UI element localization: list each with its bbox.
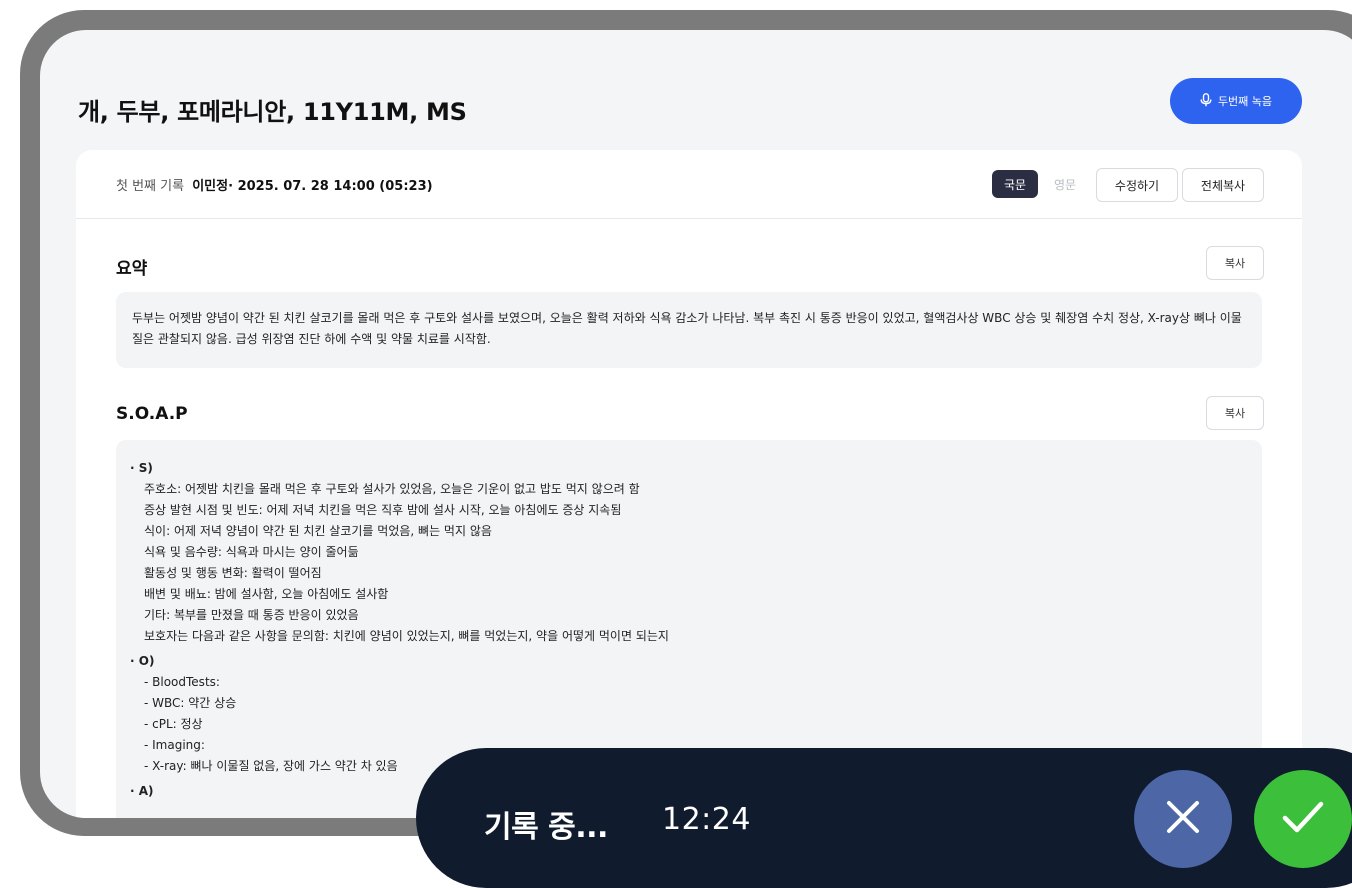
copy-all-button[interactable]: 전체복사 [1182,168,1264,202]
record-label: 첫 번째 기록 [116,179,185,194]
summary-copy-button[interactable]: 복사 [1206,246,1264,280]
record-card: 첫 번째 기록 이민정· 2025. 07. 28 14:00 (05:23) … [76,150,1302,818]
record-second-label: 두번째 녹음 [1217,95,1273,108]
soap-line: 보호자는 다음과 같은 사항을 문의함: 치킨에 양념이 있었는지, 뼈를 먹었… [144,629,669,643]
record-detail: 이민정· 2025. 07. 28 14:00 (05:23) [192,179,433,194]
soap-line: - WBC: 약간 상승 [144,696,237,710]
record-meta-row: 첫 번째 기록 이민정· 2025. 07. 28 14:00 (05:23) … [76,150,1302,219]
patient-title: 개, 두부, 포메라니안, 11Y11M, MS [78,98,467,126]
soap-line: 식욕 및 음수량: 식욕과 마시는 양이 줄어듦 [144,545,359,559]
microphone-icon [1200,92,1212,110]
soap-line: 배변 및 배뇨: 밤에 설사함, 오늘 아침에도 설사함 [144,587,389,601]
summary-title: 요약 [116,259,148,279]
app-screen: 개, 두부, 포메라니안, 11Y11M, MS 두번째 녹음 첫 번째 기록 … [40,30,1352,818]
soap-line: 식이: 어제 저녁 양념이 약간 된 치킨 살코기를 먹었음, 뼈는 먹지 않음 [144,524,492,538]
cancel-recording-button[interactable] [1134,770,1232,868]
recording-bar: 기록 중... 12:24 [416,748,1352,888]
summary-text: 두부는 어젯밤 양념이 약간 된 치킨 살코기를 몰래 먹은 후 구토와 설사를… [116,292,1262,368]
confirm-recording-button[interactable] [1254,770,1352,868]
soap-line: 증상 발현 시점 및 빈도: 어제 저녁 치킨을 먹은 직후 밤에 설사 시작,… [144,503,622,517]
close-icon [1163,797,1203,841]
soap-section-o-head: · O) [130,654,155,668]
soap-line: 주호소: 어젯밤 치킨을 몰래 먹은 후 구토와 설사가 있었음, 오늘은 기운… [144,482,640,496]
tab-korean[interactable]: 국문 [992,170,1038,198]
soap-title: S.O.A.P [116,404,188,424]
check-icon [1279,797,1327,841]
recording-status: 기록 중... [484,810,608,845]
soap-line: 기타: 복부를 만졌을 때 통증 반응이 있었음 [144,608,359,622]
record-meta: 첫 번째 기록 이민정· 2025. 07. 28 14:00 (05:23) [116,175,433,194]
recording-timer: 12:24 [662,802,751,837]
edit-button[interactable]: 수정하기 [1096,168,1178,202]
soap-line: 활동성 및 행동 변화: 활력이 떨어짐 [144,566,322,580]
record-second-button[interactable]: 두번째 녹음 [1170,78,1302,124]
soap-line: - BloodTests: [144,675,220,689]
soap-line: - cPL: 정상 [144,717,203,731]
soap-copy-button[interactable]: 복사 [1206,396,1264,430]
soap-section-s-head: · S) [130,461,153,475]
tab-english[interactable]: 영문 [1042,170,1088,198]
